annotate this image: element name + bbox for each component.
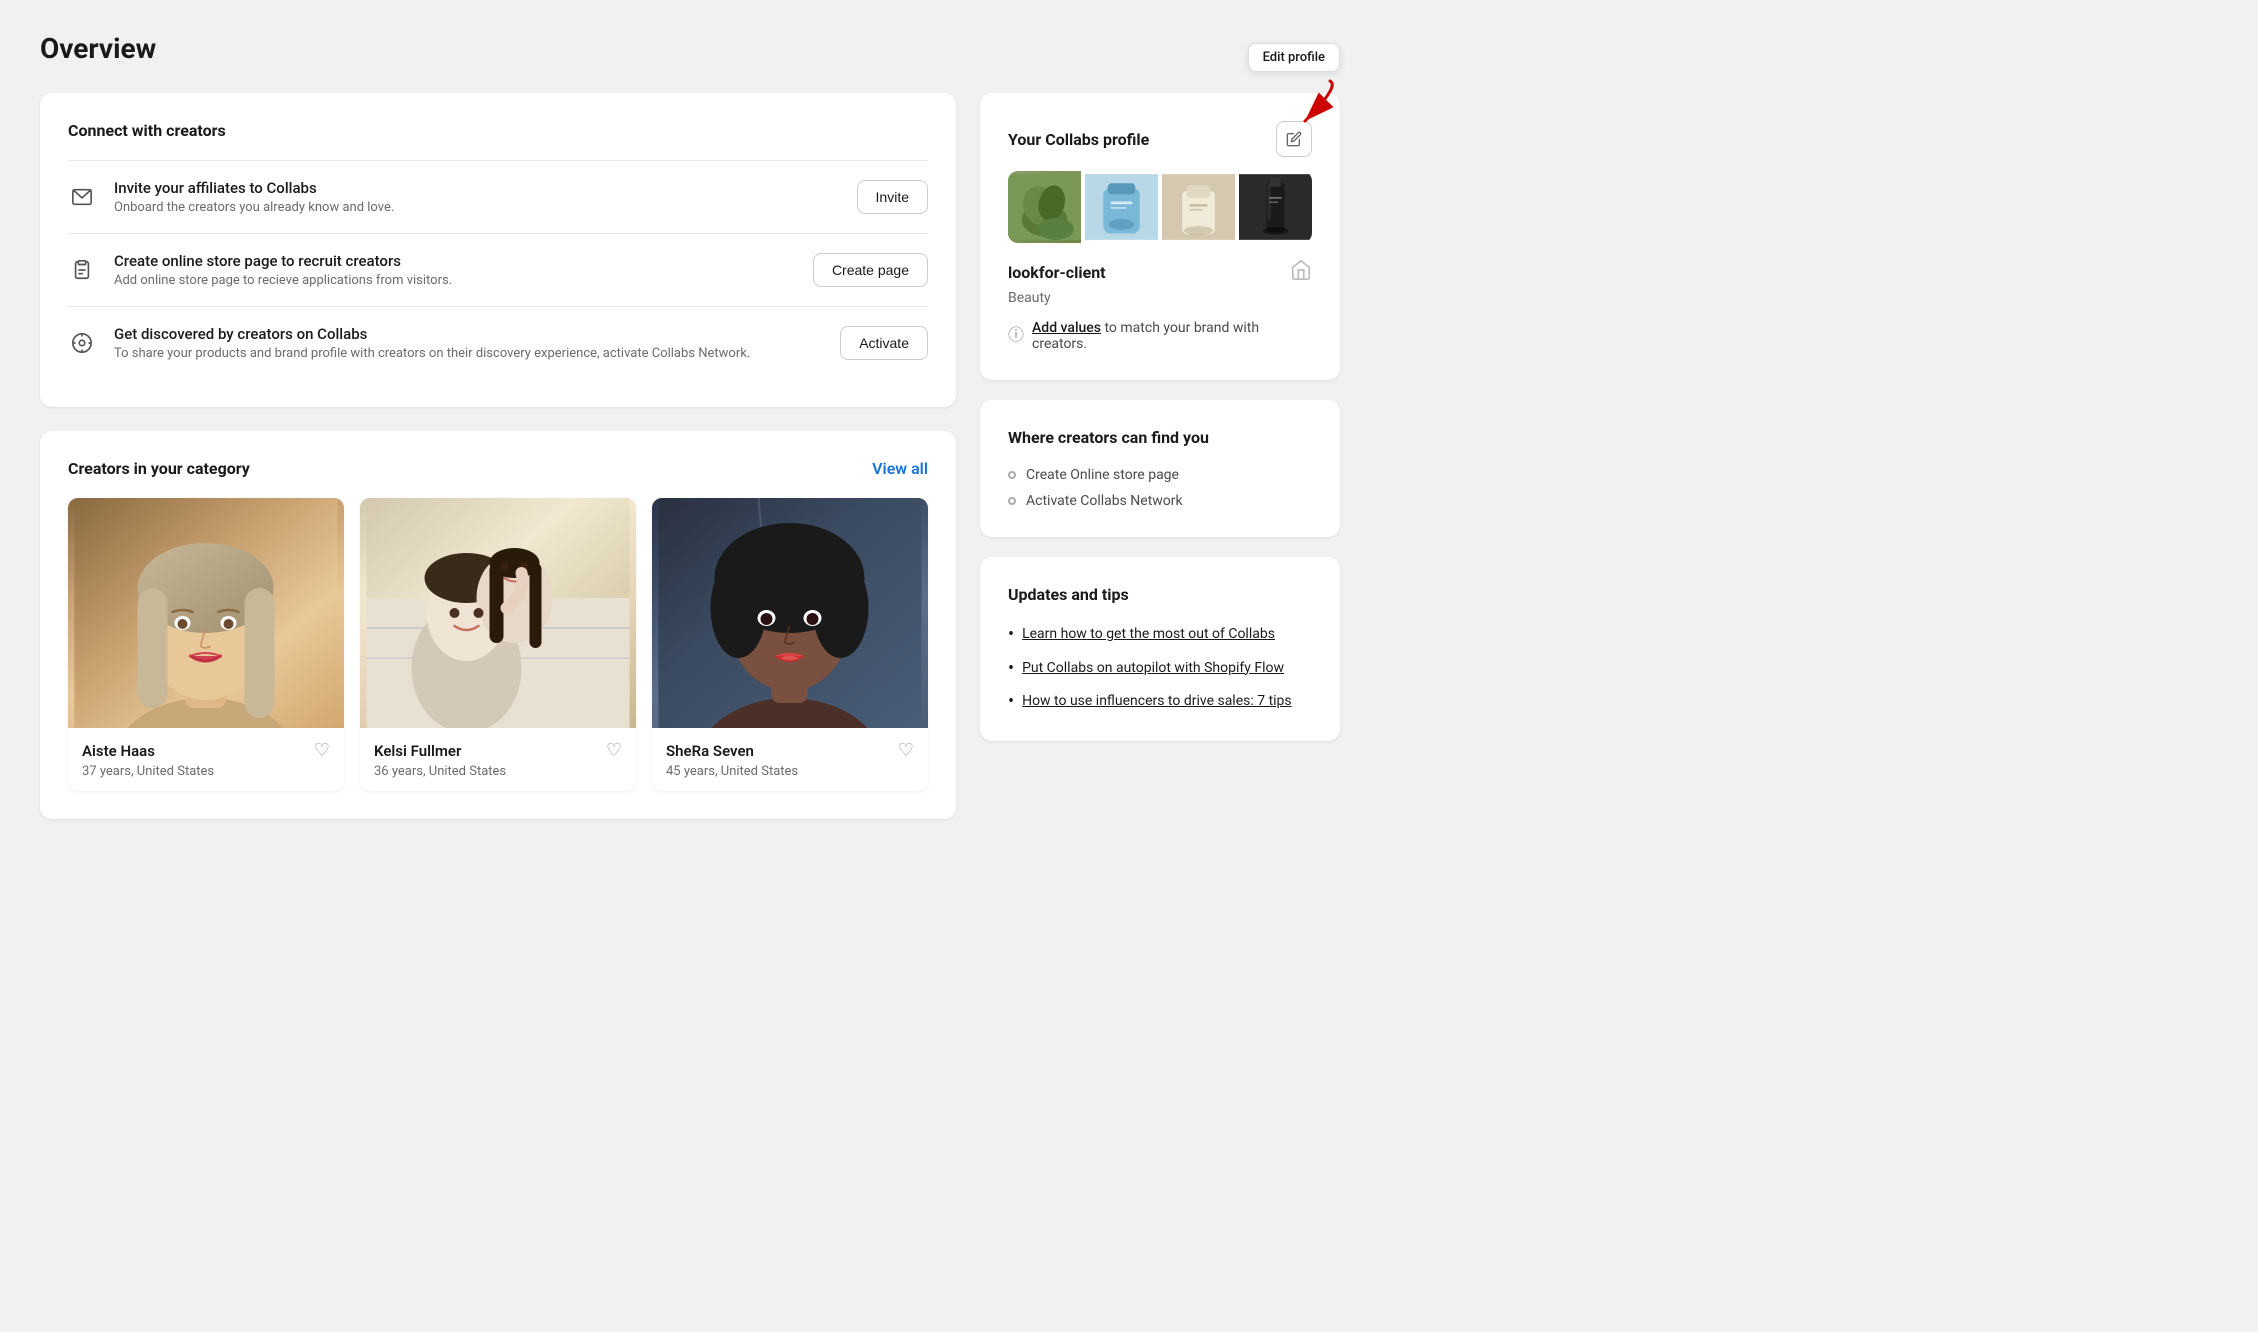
- where-creators-card: Where creators can find you Create Onlin…: [980, 400, 1340, 537]
- main-layout: Connect with creators Invite your affili…: [40, 93, 1340, 819]
- connect-item-invite: Invite your affiliates to Collabs Onboar…: [68, 160, 928, 233]
- creators-category-header: Creators in your category View all: [68, 459, 928, 478]
- where-list: Create Online store page Activate Collab…: [1008, 467, 1312, 509]
- collabs-profile-header: Your Collabs profile: [1008, 121, 1312, 157]
- discover-icon: [68, 329, 96, 357]
- create-page-button[interactable]: Create page: [813, 253, 928, 287]
- clipboard-icon: [68, 256, 96, 284]
- creator-name-row-3: SheRa Seven ♡: [666, 740, 914, 761]
- add-values-link[interactable]: Add values: [1032, 320, 1101, 336]
- profile-img-plant: [1008, 171, 1081, 243]
- tip-item-3: • How to use influencers to drive sales:…: [1008, 691, 1312, 713]
- edit-profile-button[interactable]: [1276, 121, 1312, 157]
- tip-link-3[interactable]: How to use influencers to drive sales: 7…: [1022, 691, 1292, 712]
- profile-img-cream-product: [1162, 171, 1235, 243]
- heart-icon-1[interactable]: ♡: [314, 740, 330, 761]
- heart-icon-2[interactable]: ♡: [606, 740, 622, 761]
- collabs-profile-title: Your Collabs profile: [1008, 130, 1149, 149]
- page-title: Overview: [40, 32, 2218, 65]
- creators-grid: Aiste Haas ♡ 37 years, United States: [68, 498, 928, 791]
- profile-images-row: [1008, 171, 1312, 243]
- tip-item-1: • Learn how to get the most out of Colla…: [1008, 624, 1312, 646]
- connect-invite-desc: Onboard the creators you already know an…: [114, 200, 839, 215]
- tips-list: • Learn how to get the most out of Colla…: [1008, 624, 1312, 713]
- updates-tips-title: Updates and tips: [1008, 585, 1312, 604]
- where-item-1-label: Create Online store page: [1026, 467, 1179, 483]
- connect-invite-title: Invite your affiliates to Collabs: [114, 179, 839, 197]
- connect-item-activate: Get discovered by creators on Collabs To…: [68, 306, 928, 379]
- profile-name-row: lookfor-client: [1008, 259, 1312, 286]
- creators-category-card: Creators in your category View all: [40, 431, 956, 819]
- connect-invite-text: Invite your affiliates to Collabs Onboar…: [114, 179, 839, 215]
- tip-link-2[interactable]: Put Collabs on autopilot with Shopify Fl…: [1022, 658, 1284, 679]
- creators-category-title: Creators in your category: [68, 459, 250, 478]
- connect-activate-desc: To share your products and brand profile…: [114, 346, 822, 361]
- creator-card-2: Kelsi Fullmer ♡ 36 years, United States: [360, 498, 636, 791]
- where-item-2-label: Activate Collabs Network: [1026, 493, 1183, 509]
- add-values-text: Add values to match your brand with crea…: [1032, 320, 1312, 352]
- creator-card-3: SheRa Seven ♡ 45 years, United States: [652, 498, 928, 791]
- creator-name-2: Kelsi Fullmer: [374, 742, 461, 760]
- profile-category: Beauty: [1008, 290, 1312, 306]
- info-icon: ⓘ: [1008, 321, 1024, 345]
- invite-button[interactable]: Invite: [857, 180, 928, 214]
- heart-icon-3[interactable]: ♡: [898, 740, 914, 761]
- where-item-1: Create Online store page: [1008, 467, 1312, 483]
- tip-link-1[interactable]: Learn how to get the most out of Collabs: [1022, 624, 1275, 645]
- bullet-1: •: [1008, 624, 1014, 646]
- connect-create-title: Create online store page to recruit crea…: [114, 252, 795, 270]
- creator-name-3: SheRa Seven: [666, 742, 754, 760]
- profile-img-blue-product: [1085, 171, 1158, 243]
- profile-name: lookfor-client: [1008, 263, 1106, 282]
- view-all-link[interactable]: View all: [872, 459, 928, 478]
- creator-meta-2: 36 years, United States: [374, 764, 622, 779]
- updates-tips-card: Updates and tips • Learn how to get the …: [980, 557, 1340, 741]
- creator-info-3: SheRa Seven ♡ 45 years, United States: [652, 728, 928, 791]
- connect-activate-text: Get discovered by creators on Collabs To…: [114, 325, 822, 361]
- connect-activate-title: Get discovered by creators on Collabs: [114, 325, 822, 343]
- connect-creators-card: Connect with creators Invite your affili…: [40, 93, 956, 407]
- profile-img-dark-product: [1239, 171, 1312, 243]
- connect-creators-title: Connect with creators: [68, 121, 928, 140]
- left-column: Connect with creators Invite your affili…: [40, 93, 956, 819]
- dot-icon-1: [1008, 471, 1016, 479]
- shop-icon: [1290, 259, 1312, 286]
- where-creators-title: Where creators can find you: [1008, 428, 1312, 447]
- dot-icon-2: [1008, 497, 1016, 505]
- connect-item-create-page: Create online store page to recruit crea…: [68, 233, 928, 306]
- creator-info-1: Aiste Haas ♡ 37 years, United States: [68, 728, 344, 791]
- tip-item-2: • Put Collabs on autopilot with Shopify …: [1008, 658, 1312, 680]
- bullet-3: •: [1008, 691, 1014, 713]
- creator-card-1: Aiste Haas ♡ 37 years, United States: [68, 498, 344, 791]
- collabs-profile-card: Edit profile Your Collabs profile: [980, 93, 1340, 380]
- connect-create-desc: Add online store page to recieve applica…: [114, 273, 795, 288]
- bullet-2: •: [1008, 658, 1014, 680]
- where-item-2: Activate Collabs Network: [1008, 493, 1312, 509]
- creator-meta-1: 37 years, United States: [82, 764, 330, 779]
- add-values-row: ⓘ Add values to match your brand with cr…: [1008, 320, 1312, 352]
- right-column: Edit profile Your Collabs profile: [980, 93, 1340, 819]
- pencil-icon: [1286, 131, 1302, 147]
- creator-meta-3: 45 years, United States: [666, 764, 914, 779]
- creator-name-1: Aiste Haas: [82, 742, 155, 760]
- activate-button[interactable]: Activate: [840, 326, 928, 360]
- creator-photo-kelsi: [360, 498, 636, 728]
- creator-name-row-2: Kelsi Fullmer ♡: [374, 740, 622, 761]
- creator-name-row-1: Aiste Haas ♡: [82, 740, 330, 761]
- creator-info-2: Kelsi Fullmer ♡ 36 years, United States: [360, 728, 636, 791]
- connect-create-text: Create online store page to recruit crea…: [114, 252, 795, 288]
- envelope-icon: [68, 183, 96, 211]
- creator-photo-shera: [652, 498, 928, 728]
- creator-photo-aiste: [68, 498, 344, 728]
